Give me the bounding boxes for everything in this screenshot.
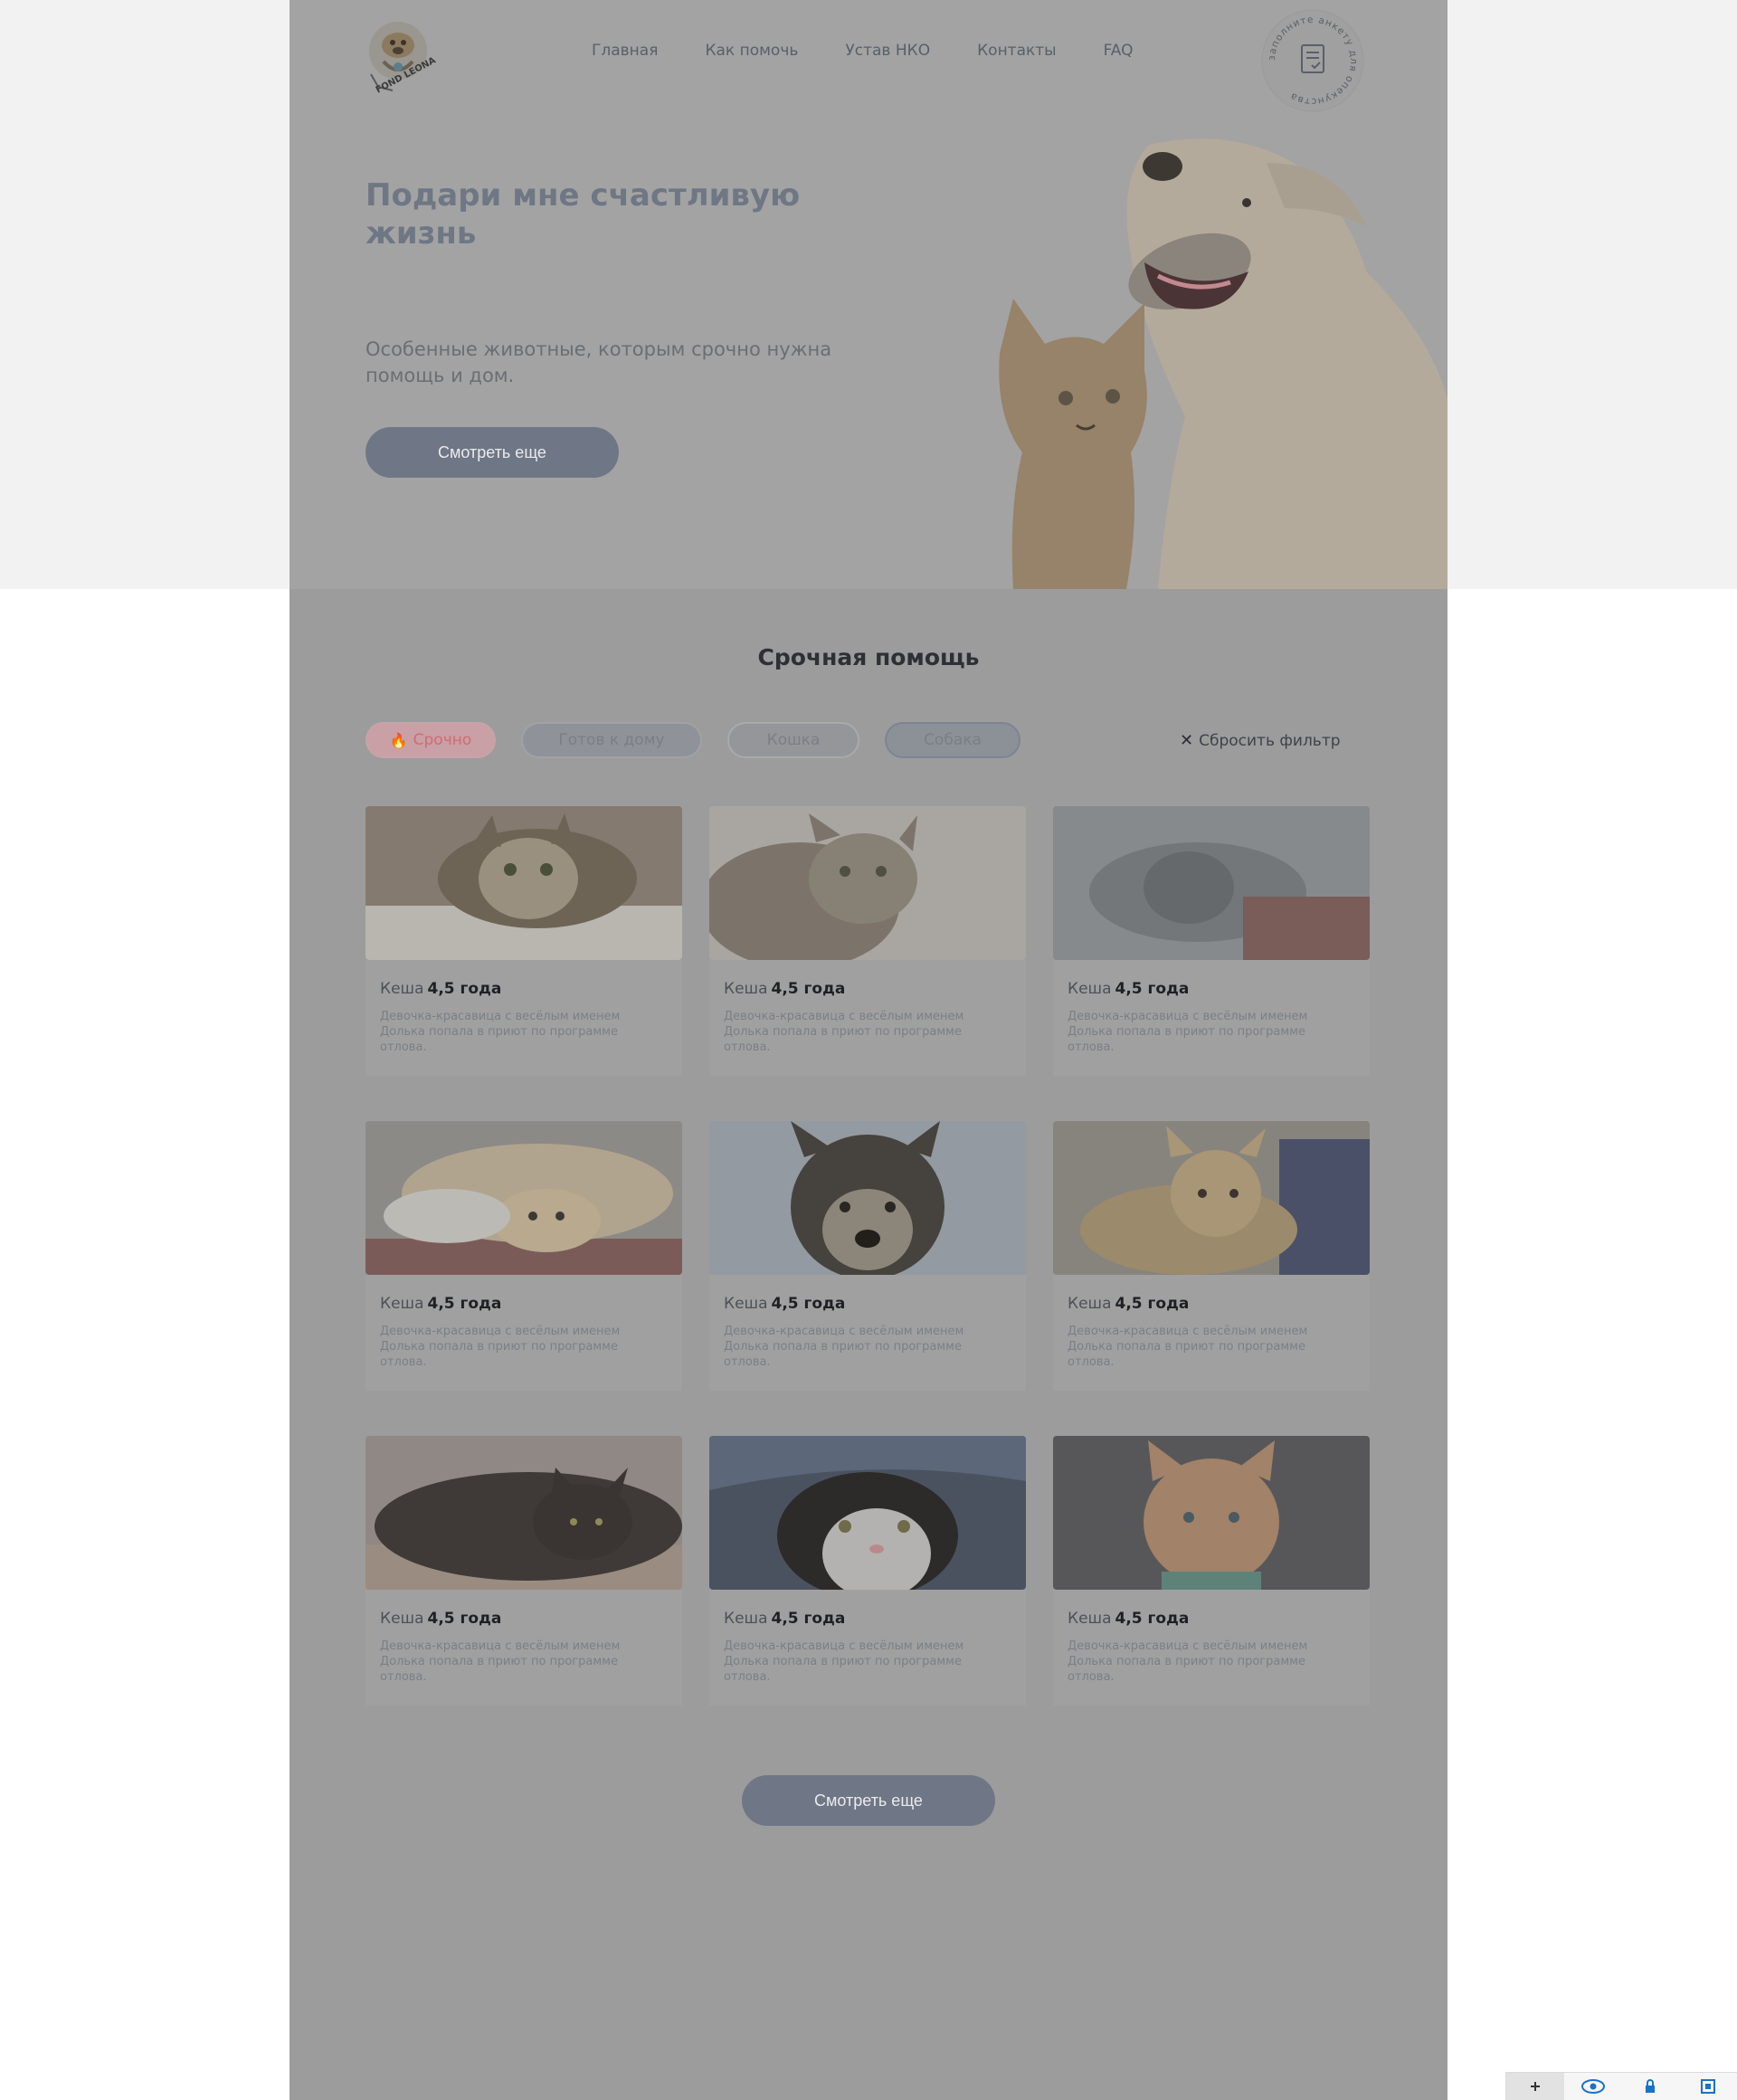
card-body: Кеша 4,5 года Девочка-красавица с весёлым…: [1053, 960, 1370, 1076]
animal-name: Кеша: [724, 1610, 768, 1628]
filter-dog[interactable]: Собака: [885, 722, 1020, 758]
animal-card[interactable]: Кеша 4,5 года Девочка-красавица с весёлым…: [1053, 1121, 1370, 1436]
nav-contacts[interactable]: Контакты: [977, 42, 1057, 60]
retriever-photo: [365, 1121, 682, 1275]
tuxedo-cat-photo: [709, 1436, 1026, 1590]
animal-name: Кеша: [380, 1610, 424, 1628]
animal-name: Кеша: [380, 1295, 424, 1313]
animal-description: Девочка-красавица с весёлым именем Дольк…: [380, 1325, 621, 1369]
bottom-toolbar: [1505, 2072, 1737, 2100]
card-body: Кеша 4,5 года Девочка-красавица с весёлым…: [709, 1590, 1026, 1706]
nav-faq[interactable]: FAQ: [1104, 42, 1134, 60]
load-more-button[interactable]: Смотреть еще: [742, 1775, 995, 1826]
reset-filter-button[interactable]: ✕ Сбросить фильтр: [1180, 731, 1341, 750]
hero-subtitle: Особенные животные, которым срочно нужна…: [365, 338, 832, 386]
plus-icon[interactable]: [1506, 2072, 1564, 2100]
animal-age: 4,5 года: [771, 1610, 846, 1628]
card-body: Кеша 4,5 года Девочка-красавица с весёлым…: [1053, 1590, 1370, 1706]
logo-icon[interactable]: [365, 14, 438, 96]
cat-and-dog-illustration: [999, 138, 1448, 589]
animal-card[interactable]: Кеша 4,5 года Девочка-красавица с весёлым…: [1053, 806, 1370, 1121]
animal-age: 4,5 года: [1115, 1295, 1190, 1313]
animal-age: 4,5 года: [427, 1295, 502, 1313]
animal-card[interactable]: Кеша 4,5 года Девочка-красавица с весёлым…: [709, 806, 1026, 1121]
filter-ready-for-home[interactable]: Готов к дому: [521, 722, 702, 758]
card-body: Кеша 4,5 года Девочка-красавица с весёлым…: [365, 1590, 682, 1706]
husky-photo: [709, 1121, 1026, 1275]
animal-age: 4,5 года: [771, 1295, 846, 1313]
animal-card[interactable]: Кеша 4,5 года Девочка-красавица с весёлым…: [1053, 1436, 1370, 1751]
tabby-cat-photo: [709, 806, 1026, 960]
animal-description: Девочка-красавица с весёлым именем Дольк…: [724, 1325, 964, 1369]
animal-description: Девочка-красавица с весёлым именем Дольк…: [380, 1010, 621, 1054]
nav-home[interactable]: Главная: [592, 42, 658, 60]
animal-card[interactable]: Кеша 4,5 года Девочка-красавица с весёлым…: [365, 1436, 682, 1751]
animal-card[interactable]: Кеша 4,5 года Девочка-красавица с весёлым…: [365, 806, 682, 1121]
frame-icon[interactable]: [1679, 2073, 1737, 2100]
tabby-cat-photo: [365, 806, 682, 960]
animal-card[interactable]: Кеша 4,5 года Девочка-красавица с весёлым…: [365, 1121, 682, 1436]
questionnaire-stamp-icon[interactable]: заполните анкету для опекунства: [1259, 7, 1366, 114]
filter-urgent[interactable]: 🔥 Срочно: [365, 722, 496, 758]
animal-age: 4,5 года: [427, 980, 502, 998]
animal-description: Девочка-красавица с весёлым именем Дольк…: [1068, 1639, 1308, 1684]
hero-see-more-button[interactable]: Смотреть еще: [365, 427, 619, 478]
animal-name: Кеша: [1068, 1610, 1112, 1628]
nav-how-to-help[interactable]: Как помочь: [705, 42, 798, 60]
card-body: Кеша 4,5 года Девочка-красавица с весёлым…: [1053, 1275, 1370, 1391]
main-nav: Главная Как помочь Устав НКО Контакты FA…: [592, 42, 1134, 60]
animal-age: 4,5 года: [1115, 980, 1190, 998]
card-body: Кеша 4,5 года Девочка-красавица с весёлым…: [365, 960, 682, 1076]
filter-ready-label: Готов к дому: [558, 731, 665, 749]
animal-name: Кеша: [1068, 1295, 1112, 1313]
grey-dog-photo: [1053, 806, 1370, 960]
filter-cat[interactable]: Кошка: [727, 722, 859, 758]
animal-description: Девочка-красавица с весёлым именем Дольк…: [724, 1639, 964, 1684]
animal-name: Кеша: [380, 980, 424, 998]
animal-description: Девочка-красавица с весёлым именем Дольк…: [380, 1639, 621, 1684]
animal-age: 4,5 года: [771, 980, 846, 998]
animal-description: Девочка-красавица с весёлым именем Дольк…: [1068, 1325, 1308, 1369]
animal-name: Кеша: [1068, 980, 1112, 998]
filter-urgent-label: Срочно: [413, 731, 472, 749]
animal-card-grid: Кеша 4,5 года Девочка-красавица с весёлым…: [365, 806, 1372, 1751]
lock-icon[interactable]: [1622, 2073, 1680, 2100]
animal-name: Кеша: [724, 980, 768, 998]
reset-filter-label: Сбросить фильтр: [1199, 731, 1341, 750]
close-icon: ✕: [1180, 731, 1194, 750]
filter-dog-label: Собака: [924, 731, 982, 749]
card-body: Кеша 4,5 года Девочка-красавица с весёлым…: [709, 1275, 1026, 1391]
card-body: Кеша 4,5 года Девочка-красавица с весёлым…: [365, 1275, 682, 1391]
animal-age: 4,5 года: [427, 1610, 502, 1628]
page: FOND LEONA Главная Как помочь Устав НКО …: [290, 0, 1448, 2100]
nav-charter[interactable]: Устав НКО: [845, 42, 930, 60]
filter-cat-label: Кошка: [766, 731, 821, 749]
animal-description: Девочка-красавица с весёлым именем Дольк…: [1068, 1010, 1308, 1054]
eye-icon[interactable]: [1564, 2073, 1622, 2100]
urgent-section-title: Срочная помощь: [757, 644, 980, 670]
filter-bar: 🔥 Срочно Готов к дому Кошка Собака: [365, 722, 1020, 758]
animal-age: 4,5 года: [1115, 1610, 1190, 1628]
yellow-dog-photo: [1053, 1121, 1370, 1275]
animal-card[interactable]: Кеша 4,5 года Девочка-красавица с весёлым…: [709, 1436, 1026, 1751]
animal-name: Кеша: [724, 1295, 768, 1313]
hero-title: Подари мне счастливую жизнь: [365, 177, 801, 252]
card-body: Кеша 4,5 года Девочка-красавица с весёлым…: [709, 960, 1026, 1076]
ginger-cat-photo: [1053, 1436, 1370, 1590]
black-cat-photo: [365, 1436, 682, 1590]
animal-description: Девочка-красавица с весёлым именем Дольк…: [724, 1010, 964, 1054]
animal-card[interactable]: Кеша 4,5 года Девочка-красавица с весёлым…: [709, 1121, 1026, 1436]
flame-icon: 🔥: [389, 731, 408, 749]
